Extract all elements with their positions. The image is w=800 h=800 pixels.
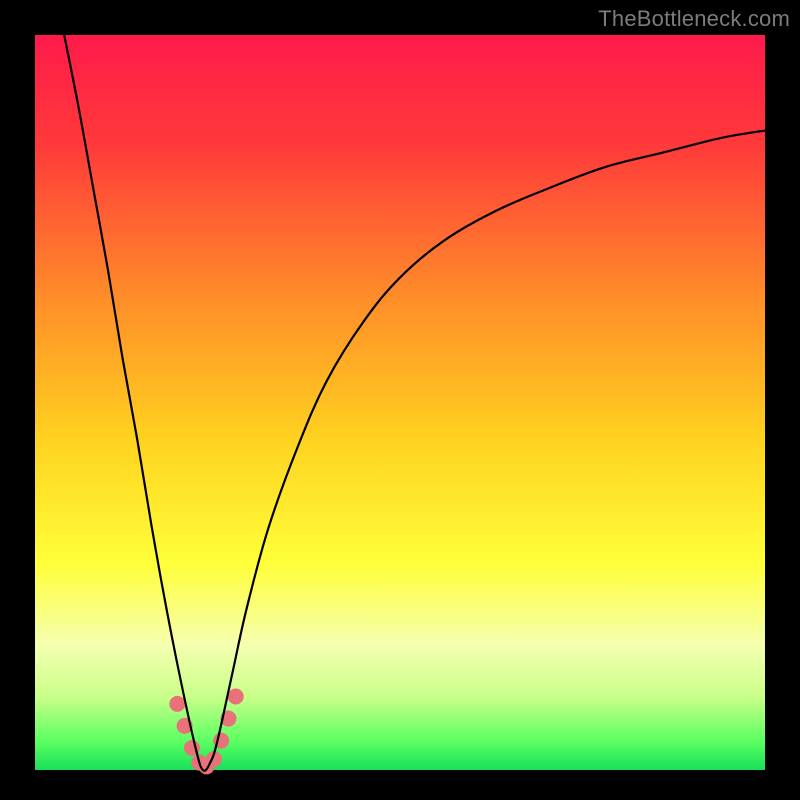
plot-background xyxy=(35,35,765,770)
curve-marker xyxy=(228,689,244,705)
chart-frame: TheBottleneck.com xyxy=(0,0,800,800)
bottleneck-chart xyxy=(0,0,800,800)
curve-marker xyxy=(169,696,185,712)
